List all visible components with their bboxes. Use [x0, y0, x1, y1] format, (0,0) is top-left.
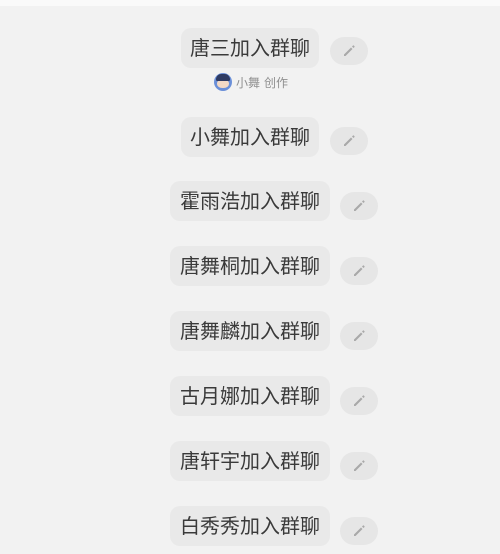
- edit-button[interactable]: [340, 517, 378, 545]
- top-divider: [0, 0, 500, 6]
- prompt-button[interactable]: 白秀秀加入群聊: [170, 506, 330, 546]
- avatar-icon: [214, 73, 232, 91]
- creator-attribution: 小舞 创作: [214, 72, 288, 92]
- edit-button[interactable]: [340, 387, 378, 415]
- edit-button[interactable]: [330, 37, 368, 65]
- pencil-icon: [352, 329, 366, 343]
- edit-button[interactable]: [340, 452, 378, 480]
- prompt-row: 唐轩宇加入群聊: [0, 441, 500, 481]
- chat-prompt-list: 唐三加入群聊 小舞 创作 小舞加入群聊 霍雨浩加入群聊 唐舞桐加入群聊 唐舞麟加…: [0, 0, 500, 554]
- pencil-icon: [352, 199, 366, 213]
- prompt-row: 霍雨浩加入群聊: [0, 181, 500, 221]
- prompt-button[interactable]: 霍雨浩加入群聊: [170, 181, 330, 221]
- prompt-row: 古月娜加入群聊: [0, 376, 500, 416]
- edit-button[interactable]: [330, 127, 368, 155]
- pencil-icon: [352, 394, 366, 408]
- prompt-button[interactable]: 小舞加入群聊: [181, 117, 319, 157]
- creator-suffix: 创作: [264, 75, 289, 90]
- pencil-icon: [352, 459, 366, 473]
- pencil-icon: [342, 134, 356, 148]
- edit-button[interactable]: [340, 322, 378, 350]
- edit-button[interactable]: [340, 257, 378, 285]
- prompt-row: 唐舞麟加入群聊: [0, 311, 500, 351]
- prompt-button[interactable]: 古月娜加入群聊: [170, 376, 330, 416]
- pencil-icon: [352, 264, 366, 278]
- pencil-icon: [342, 44, 356, 58]
- prompt-button[interactable]: 唐三加入群聊: [181, 28, 319, 68]
- prompt-row: 小舞加入群聊: [0, 117, 500, 157]
- prompt-button[interactable]: 唐轩宇加入群聊: [170, 441, 330, 481]
- pencil-icon: [352, 524, 366, 538]
- creator-name: 小舞: [236, 75, 261, 90]
- prompt-button[interactable]: 唐舞麟加入群聊: [170, 311, 330, 351]
- prompt-button[interactable]: 唐舞桐加入群聊: [170, 246, 330, 286]
- prompt-row: 唐舞桐加入群聊: [0, 246, 500, 286]
- prompt-row: 白秀秀加入群聊: [0, 506, 500, 546]
- edit-button[interactable]: [340, 192, 378, 220]
- prompt-row: 唐三加入群聊: [0, 28, 500, 68]
